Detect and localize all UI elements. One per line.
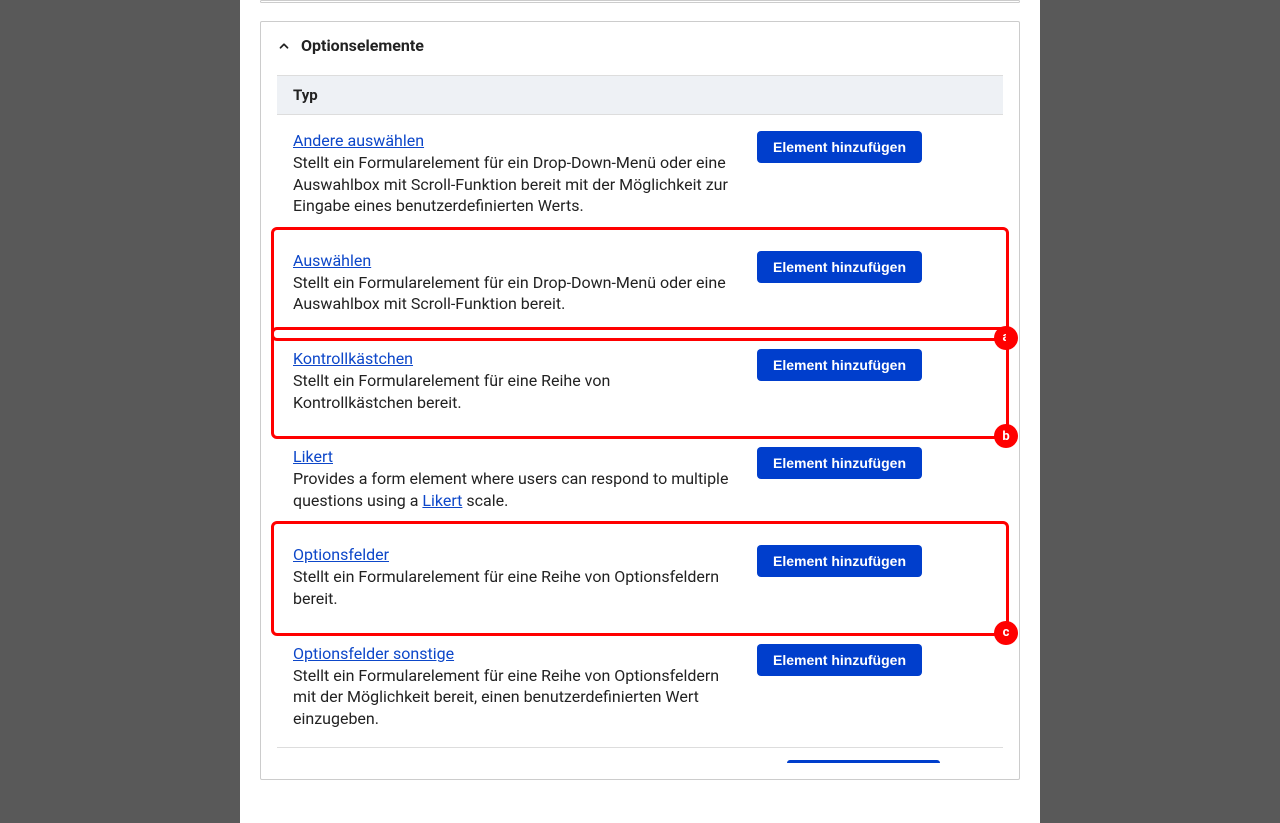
table-row: Likert Provides a form element where use…	[277, 431, 1003, 529]
element-description: Stellt ein Formularelement für ein Drop-…	[293, 152, 733, 217]
element-type-link[interactable]: Andere auswählen	[293, 131, 424, 150]
table-row: Optionsfelder sonstige Stellt ein Formul…	[277, 628, 1003, 748]
element-description: Stellt ein Formularelement für eine Reih…	[293, 665, 733, 730]
dialog-body: Optionselemente Typ Andere auswählen Ste…	[240, 0, 1040, 823]
table-row: Kontrollkästchen Stellt ein Formularelem…	[277, 333, 1003, 431]
desc-text-pre: Provides a form element where users can …	[293, 469, 728, 510]
add-element-button[interactable]: Element hinzufügen	[757, 447, 922, 479]
row-divider	[277, 747, 1003, 748]
row-content: Optionsfelder sonstige Stellt ein Formul…	[293, 644, 733, 730]
row-action: Element hinzufügen	[757, 131, 922, 163]
row-content: Likert Provides a form element where use…	[293, 447, 733, 511]
chevron-up-icon	[277, 39, 291, 53]
next-row-button-stub	[787, 760, 940, 763]
element-type-link[interactable]: Likert	[293, 447, 333, 466]
row-content: Optionsfelder Stellt ein Formularelement…	[293, 545, 733, 609]
row-action: Element hinzufügen	[757, 644, 922, 676]
add-element-button[interactable]: Element hinzufügen	[757, 131, 922, 163]
element-description: Stellt ein Formularelement für eine Reih…	[293, 566, 733, 609]
previous-panel-stub	[260, 0, 1020, 3]
row-content: Andere auswählen Stellt ein Formularelem…	[293, 131, 733, 217]
section-toggle[interactable]: Optionselemente	[277, 22, 1003, 69]
element-type-link[interactable]: Kontrollkästchen	[293, 349, 413, 368]
add-element-button[interactable]: Element hinzufügen	[757, 644, 922, 676]
add-element-button[interactable]: Element hinzufügen	[757, 251, 922, 283]
row-action: Element hinzufügen	[757, 545, 922, 577]
row-content: Auswählen Stellt ein Formularelement für…	[293, 251, 733, 315]
element-description: Provides a form element where users can …	[293, 468, 733, 511]
row-action: Element hinzufügen	[757, 447, 922, 479]
likert-link[interactable]: Likert	[422, 491, 462, 510]
table-row: Optionsfelder Stellt ein Formularelement…	[277, 529, 1003, 627]
row-action: Element hinzufügen	[757, 251, 922, 283]
element-type-link[interactable]: Optionsfelder sonstige	[293, 644, 454, 663]
table-row: Andere auswählen Stellt ein Formularelem…	[277, 115, 1003, 235]
elements-table: Typ Andere auswählen Stellt ein Formular…	[277, 75, 1003, 763]
elements-rows: Andere auswählen Stellt ein Formularelem…	[277, 115, 1003, 763]
add-element-button[interactable]: Element hinzufügen	[757, 349, 922, 381]
desc-text-post: scale.	[462, 491, 508, 510]
element-type-link[interactable]: Optionsfelder	[293, 545, 389, 564]
column-header-type: Typ	[277, 76, 1003, 115]
add-element-button[interactable]: Element hinzufügen	[757, 545, 922, 577]
options-elements-panel: Optionselemente Typ Andere auswählen Ste…	[260, 21, 1020, 780]
row-action: Element hinzufügen	[757, 349, 922, 381]
section-title: Optionselemente	[301, 36, 424, 55]
element-type-link[interactable]: Auswählen	[293, 251, 371, 270]
element-description: Stellt ein Formularelement für ein Drop-…	[293, 272, 733, 315]
element-description: Stellt ein Formularelement für eine Reih…	[293, 370, 733, 413]
row-content: Kontrollkästchen Stellt ein Formularelem…	[293, 349, 733, 413]
table-row: Auswählen Stellt ein Formularelement für…	[277, 235, 1003, 333]
